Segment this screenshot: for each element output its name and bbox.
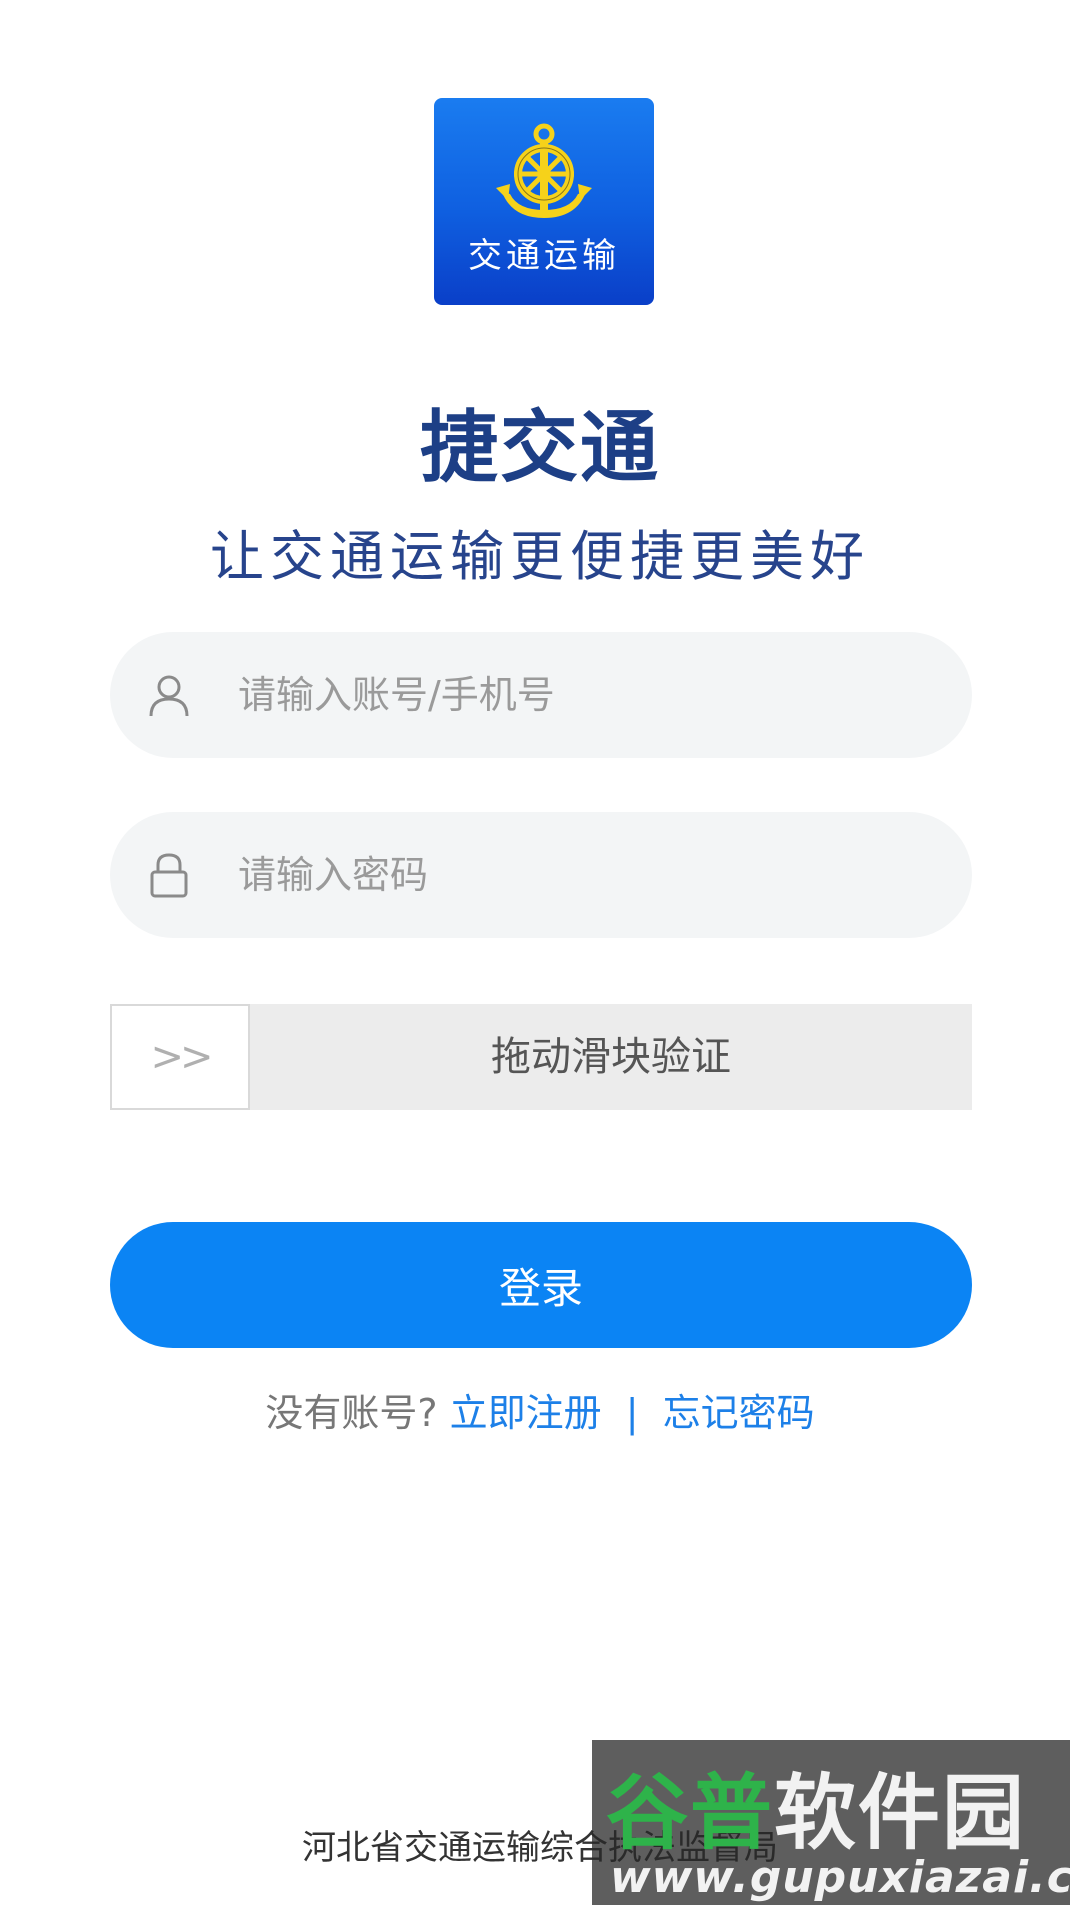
watermark-brand-white: 软件园	[774, 1766, 1027, 1861]
logo-text: 交通运输	[468, 236, 620, 276]
app-logo: 交通运输	[434, 98, 654, 305]
anchor-wheel-icon	[496, 123, 592, 218]
slider-label: 拖动滑块验证	[491, 1034, 731, 1080]
lock-icon	[150, 853, 188, 898]
login-button[interactable]: 登录	[110, 1222, 972, 1348]
forgot-password-link[interactable]: 忘记密码	[663, 1391, 815, 1435]
watermark-brand-green: 谷普	[606, 1766, 775, 1861]
account-links: 没有账号? 立即注册 | 忘记密码	[0, 1382, 1080, 1437]
password-field[interactable]	[110, 812, 972, 938]
link-separator: |	[625, 1391, 639, 1435]
login-screen: 交通运输 捷交通 让交通运输更便捷更美好 >> 拖动滑块验证 登录 没有账号? …	[0, 0, 1080, 1920]
watermark-brand: 谷普软件园	[606, 1746, 1026, 1865]
no-account-prompt: 没有账号?	[265, 1391, 438, 1435]
register-link[interactable]: 立即注册	[450, 1391, 602, 1435]
user-icon	[149, 675, 189, 717]
slider-captcha[interactable]: >> 拖动滑块验证	[110, 1004, 972, 1110]
account-input[interactable]	[238, 632, 928, 758]
account-field[interactable]	[110, 632, 972, 758]
watermark-url: www.gupuxiazai.com	[610, 1852, 1070, 1903]
slider-handle[interactable]: >>	[110, 1004, 250, 1110]
watermark: 谷普软件园 www.gupuxiazai.com	[592, 1740, 1070, 1905]
password-input[interactable]	[238, 812, 928, 938]
app-slogan: 让交通运输更便捷更美好	[210, 525, 870, 588]
app-title: 捷交通	[419, 403, 660, 493]
